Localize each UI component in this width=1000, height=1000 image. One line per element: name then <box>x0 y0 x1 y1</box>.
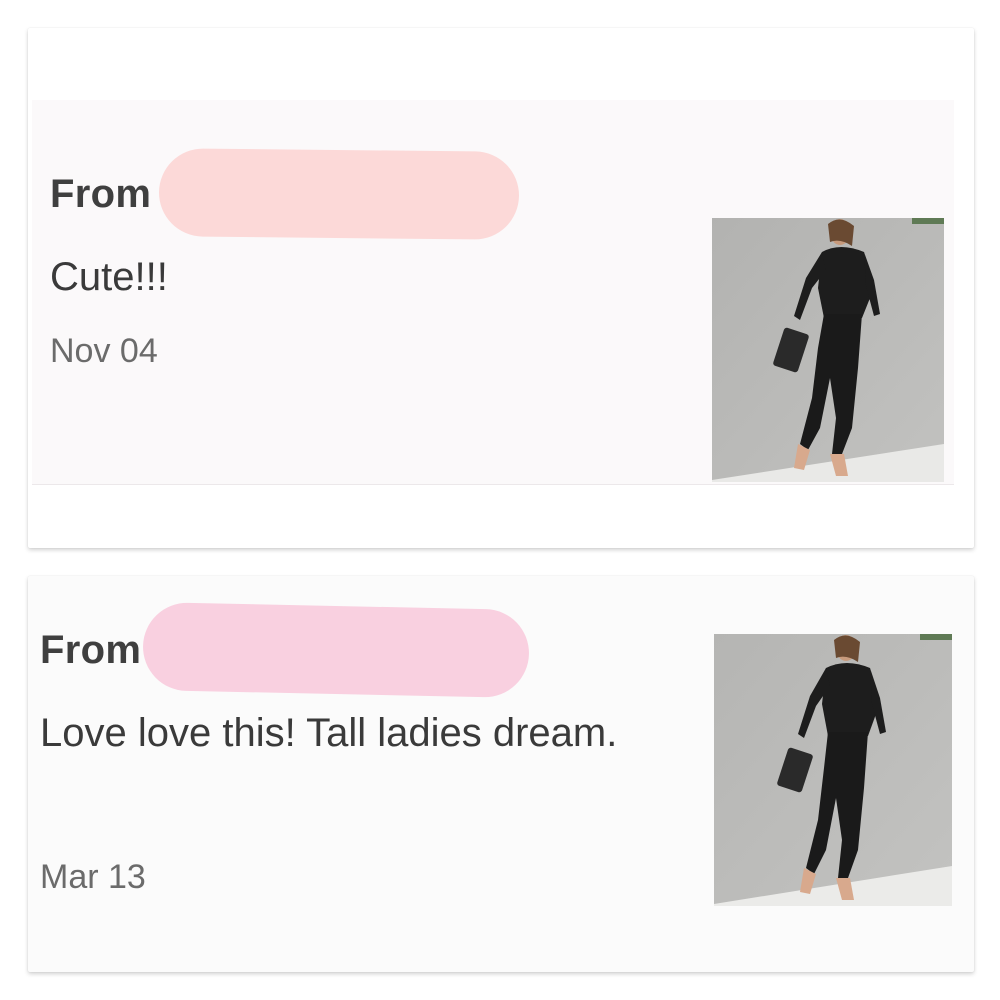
message-date: Nov 04 <box>50 332 158 370</box>
sender-line: From <box>50 148 520 240</box>
sender-line: From <box>40 601 531 699</box>
message-feed: From Cute!!! Nov 04 From Love love this!… <box>0 0 1000 1000</box>
product-thumbnail[interactable] <box>712 218 944 482</box>
message-date: Mar 13 <box>40 858 146 896</box>
message-card[interactable]: From Love love this! Tall ladies dream. … <box>28 576 974 972</box>
message-text: Cute!!! <box>50 255 168 299</box>
redacted-sender-name <box>142 601 531 699</box>
from-label: From <box>40 627 142 672</box>
product-thumbnail[interactable] <box>714 634 952 906</box>
jumpsuit-model-image <box>712 218 944 482</box>
message-text: Love love this! Tall ladies dream. <box>40 711 618 755</box>
redacted-sender-name <box>158 148 520 240</box>
from-label: From <box>50 171 152 216</box>
message-panel: From Cute!!! Nov 04 <box>32 100 954 485</box>
jumpsuit-model-image <box>714 634 952 906</box>
message-card[interactable]: From Cute!!! Nov 04 <box>28 28 974 548</box>
